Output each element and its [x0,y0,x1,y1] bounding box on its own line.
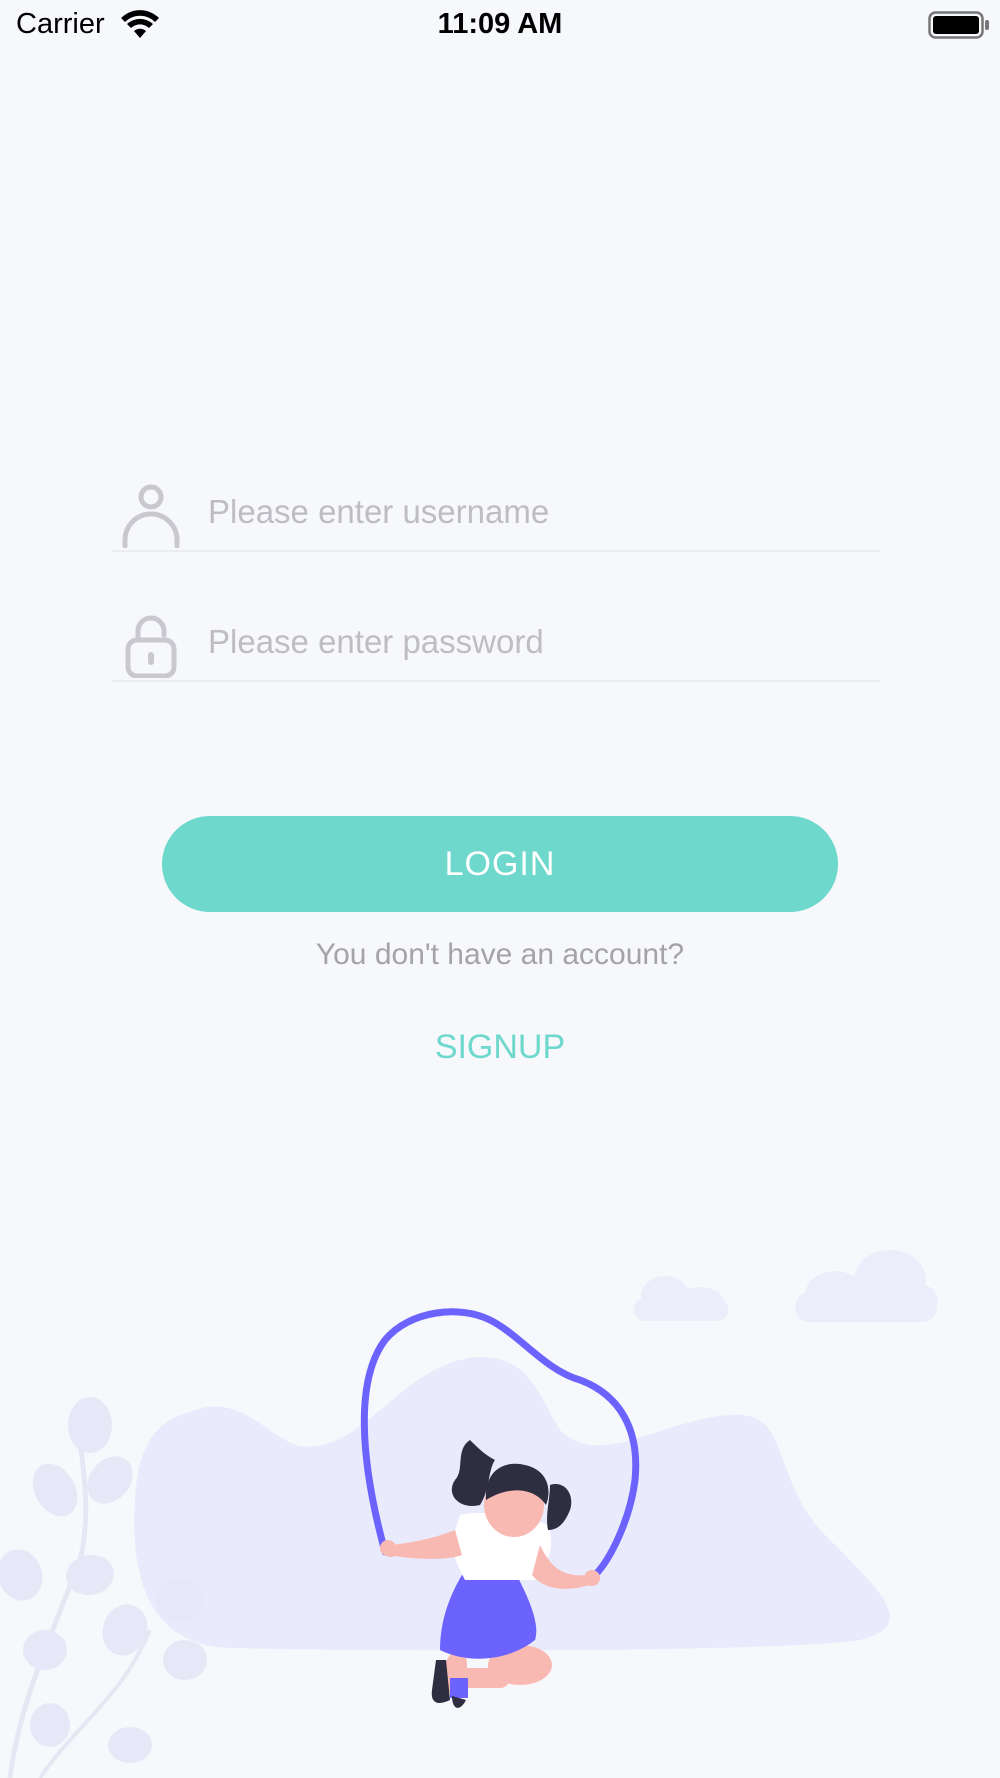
user-icon [122,484,180,548]
cloud-shape [634,1276,728,1321]
battery-icon [928,11,989,39]
username-input[interactable] [208,484,868,540]
jump-rope-girl-illustration [0,1250,938,1778]
no-account-text: You don't have an account? [315,938,685,971]
login-button[interactable]: LOGIN [162,816,838,912]
password-input[interactable] [208,614,868,670]
login-screen: Carrier 11:09 AM LOGIN You don't have [0,0,1000,1778]
status-time: 11:09 AM [437,8,563,40]
signup-link[interactable]: SIGNUP [400,1028,600,1067]
unlock-icon [125,615,177,678]
password-field [112,608,880,682]
cloud-shape-large [795,1250,938,1322]
status-bar: Carrier 11:09 AM [0,0,1000,50]
username-field [112,478,880,552]
